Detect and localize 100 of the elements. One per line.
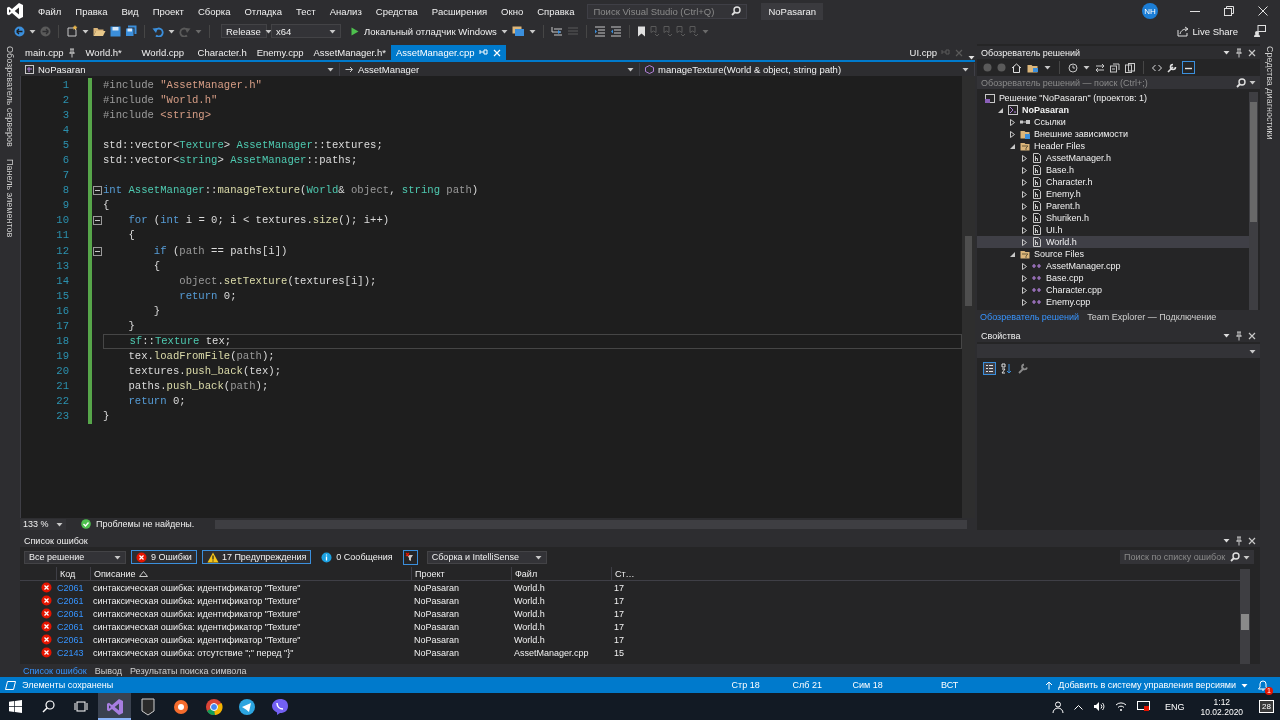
back-icon[interactable]	[14, 25, 25, 37]
source-control-button[interactable]: Добавить в систему управления версиями	[1045, 680, 1248, 690]
start-debugging-button[interactable]: Локальный отладчик Windows	[351, 25, 497, 37]
column-header[interactable]: Файл	[511, 567, 611, 580]
caret-icon[interactable]	[1243, 554, 1250, 560]
feedback-icon[interactable]	[1254, 25, 1266, 37]
collapse-icon[interactable]	[93, 216, 102, 226]
error-code-link[interactable]: C2061	[56, 621, 90, 632]
sync-icon[interactable]	[1095, 62, 1105, 73]
caret-icon[interactable]	[1044, 65, 1051, 70]
tree-item[interactable]: Решение "NoPasaran" (проектов: 1)	[977, 92, 1249, 104]
search-field[interactable]: Поиск по списку ошибок	[1120, 550, 1254, 564]
caret-icon[interactable]	[29, 28, 36, 34]
wifi-icon[interactable]	[1115, 701, 1128, 712]
tree-item[interactable]: NoPasaran	[977, 104, 1249, 116]
collapsed-arrow-icon[interactable]	[1021, 190, 1028, 198]
undo-icon[interactable]	[152, 25, 164, 37]
chevron-up-icon[interactable]	[1074, 703, 1084, 710]
caret-icon[interactable]	[1223, 50, 1230, 55]
scrollbar[interactable]	[1240, 569, 1250, 664]
window-icon[interactable]	[511, 25, 525, 37]
editor-tab[interactable]: AssetManager.h*	[308, 45, 391, 60]
side-tab[interactable]: Обозреватель серверов	[5, 46, 15, 147]
pin-icon[interactable]	[1235, 330, 1243, 341]
step-icon[interactable]	[550, 25, 563, 37]
pin-icon[interactable]	[1235, 47, 1243, 58]
sort-alpha-icon[interactable]	[1001, 363, 1013, 374]
caret-icon[interactable]	[1223, 538, 1230, 543]
collapsed-arrow-icon[interactable]	[1021, 202, 1028, 210]
open-folder-icon[interactable]	[93, 25, 106, 37]
collapse-all-icon[interactable]	[1110, 62, 1120, 73]
menu-item[interactable]: Проект	[145, 5, 191, 17]
search-icon[interactable]	[731, 6, 742, 16]
editor-tab[interactable]: AssetManager.cpp	[390, 45, 506, 60]
collapsed-arrow-icon[interactable]	[1021, 298, 1028, 306]
bell-icon[interactable]	[1258, 679, 1268, 691]
caret-icon[interactable]	[114, 554, 121, 560]
search-icon[interactable]	[42, 700, 55, 713]
tree-item[interactable]: Enemy.cpp	[977, 296, 1249, 308]
wrench-icon[interactable]	[1167, 62, 1177, 73]
caret-icon[interactable]	[82, 28, 89, 34]
caret-icon[interactable]	[329, 28, 336, 34]
editor-tab[interactable]: Character.h	[192, 45, 252, 60]
save-all-icon[interactable]	[125, 25, 137, 37]
display-icon[interactable]	[1137, 701, 1151, 712]
collapsed-arrow-icon[interactable]	[1021, 262, 1028, 270]
search-icon[interactable]	[1230, 552, 1240, 562]
collapsed-arrow-icon[interactable]	[1009, 130, 1016, 138]
scrollbar[interactable]	[1249, 92, 1258, 310]
tree-item[interactable]: Enemy.h	[977, 188, 1249, 200]
tree-item[interactable]: Внешние зависимости	[977, 128, 1249, 140]
error-code-link[interactable]: C2061	[56, 634, 90, 645]
volume-icon[interactable]	[1093, 701, 1106, 712]
scrollbar[interactable]	[215, 519, 967, 529]
caret-icon[interactable]	[327, 66, 334, 72]
error-code-link[interactable]: C2061	[56, 582, 90, 593]
filter-toggle[interactable]: 9 Ошибки	[131, 550, 197, 564]
folder-sync-icon[interactable]	[1027, 62, 1039, 73]
error-code-link[interactable]: C2061	[56, 608, 90, 619]
menu-item[interactable]: Окно	[494, 5, 531, 17]
pin-icon[interactable]	[1235, 535, 1243, 546]
outdent-icon[interactable]	[609, 25, 622, 37]
scope-dropdown[interactable]: Все решение	[24, 550, 126, 564]
platform-dropdown[interactable]: x64	[271, 24, 341, 38]
error-code-link[interactable]: C2143	[56, 647, 90, 658]
tree-item[interactable]: Base.cpp	[977, 272, 1249, 284]
expanded-arrow-icon[interactable]	[997, 106, 1004, 114]
clear-filter-icon[interactable]	[402, 549, 418, 565]
class-dropdown[interactable]: AssetManager	[340, 62, 640, 76]
collapsed-arrow-icon[interactable]	[1021, 154, 1028, 162]
caret-icon[interactable]	[500, 28, 508, 34]
caret-icon[interactable]	[1083, 65, 1090, 70]
history-icon[interactable]	[1068, 62, 1078, 73]
panel-tab[interactable]: Team Explorer — Подключение	[1087, 311, 1217, 322]
collapsed-arrow-icon[interactable]	[1021, 238, 1028, 246]
collapsed-arrow-icon[interactable]	[1021, 226, 1028, 234]
collapsed-arrow-icon[interactable]	[1021, 286, 1028, 294]
tree-item[interactable]: AssetManager.cpp	[977, 260, 1249, 272]
side-tab[interactable]: Средства диагностики	[1265, 46, 1275, 140]
clock-date[interactable]: 10.02.2020	[1200, 706, 1244, 717]
pin-icon[interactable]	[67, 47, 76, 58]
code-icon[interactable]	[1152, 63, 1162, 72]
caret-icon[interactable]	[534, 554, 542, 560]
panel-tab[interactable]: Результаты поиска символа	[130, 665, 247, 676]
column-header[interactable]: Описание	[90, 567, 411, 580]
search-icon[interactable]	[1236, 77, 1246, 88]
collapsed-arrow-icon[interactable]	[1021, 274, 1028, 282]
search-field[interactable]: Поиск Visual Studio (Ctrl+Q)	[587, 3, 748, 19]
files-icon[interactable]	[1125, 62, 1135, 73]
panel-tab[interactable]: Список ошибок	[23, 665, 87, 676]
notification-count-badge[interactable]: 28	[1259, 700, 1274, 713]
indent-icon[interactable]	[593, 25, 606, 37]
column-header[interactable]: Проект	[411, 567, 511, 580]
caret-icon[interactable]	[528, 28, 536, 34]
home-icon[interactable]	[1011, 62, 1022, 73]
panel-tab[interactable]: Вывод	[94, 665, 122, 676]
side-tab[interactable]: Панель элементов	[5, 158, 15, 238]
tree-item[interactable]: World.h	[977, 236, 1249, 248]
restore-icon[interactable]	[1224, 6, 1234, 16]
save-icon[interactable]	[110, 25, 121, 37]
